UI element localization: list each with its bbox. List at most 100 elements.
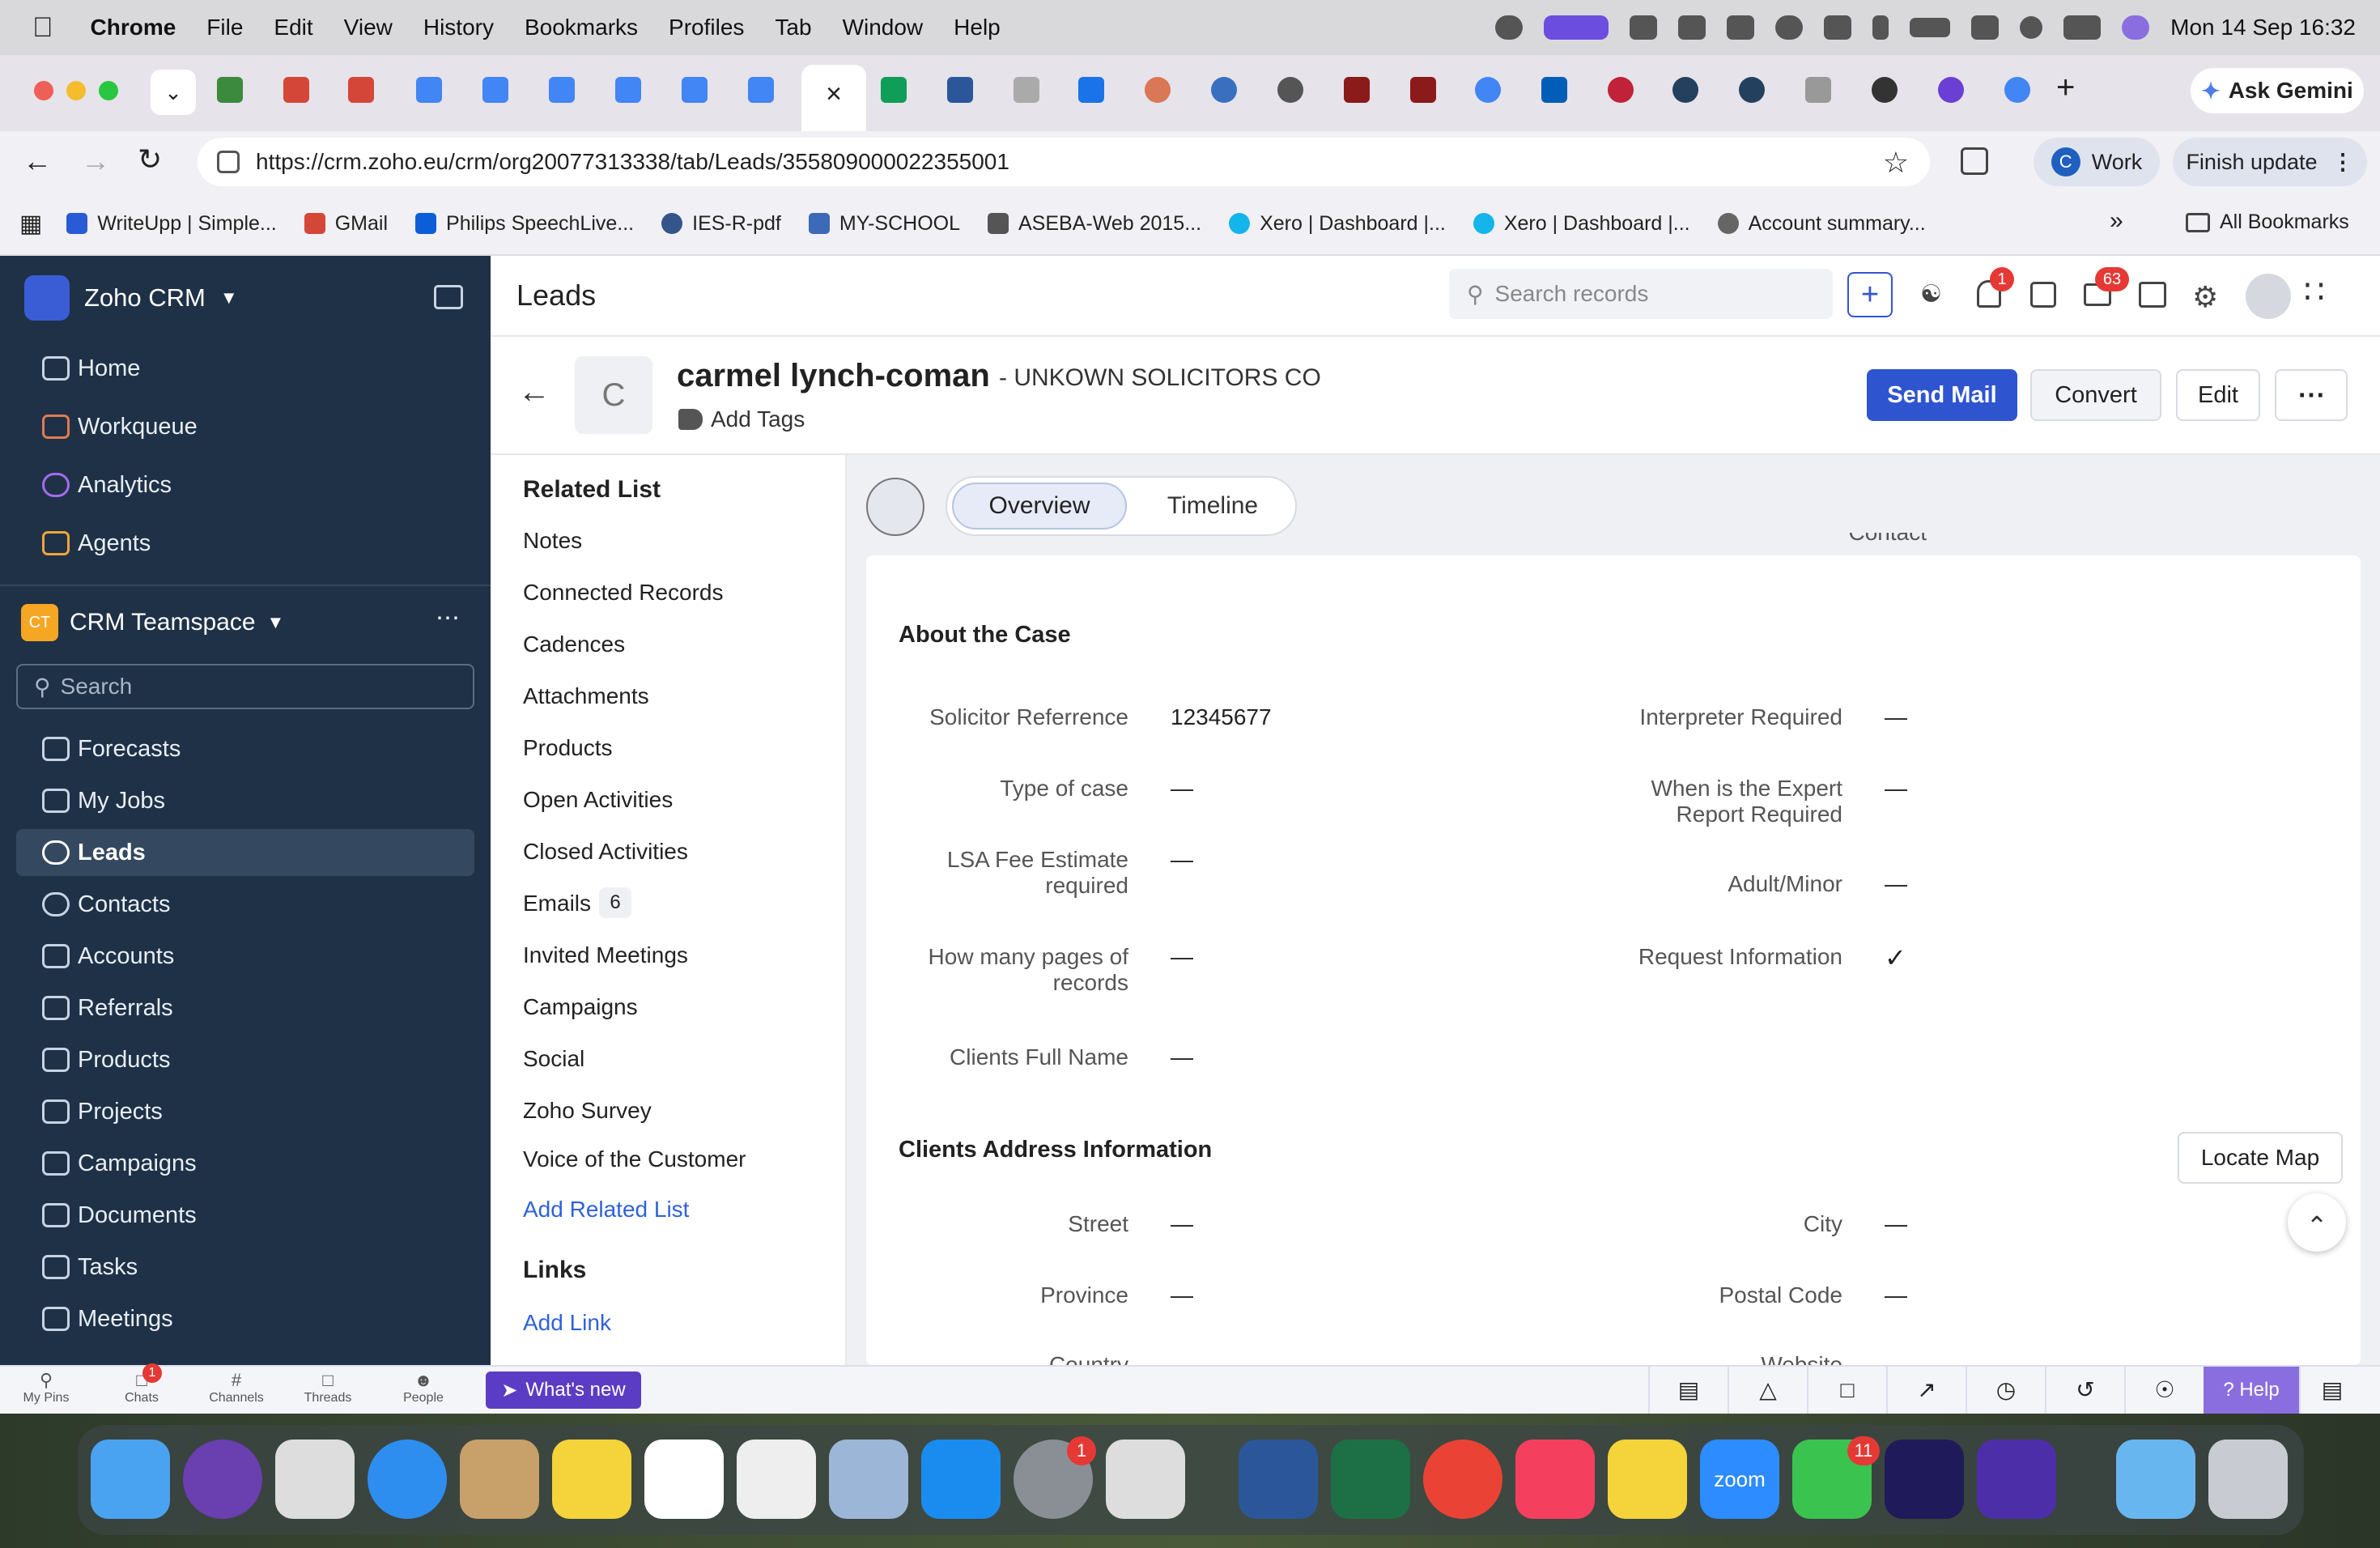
bookmark-account-summary[interactable]: Account summary...	[1717, 212, 1926, 236]
safari-icon[interactable]	[368, 1440, 447, 1519]
nav-workqueue[interactable]: Workqueue	[16, 403, 474, 450]
back-icon[interactable]: ←	[23, 144, 52, 178]
bookmark-xero[interactable]: Xero | Dashboard |...	[1229, 212, 1446, 236]
related-item-attachments[interactable]: Attachments	[523, 683, 649, 709]
bookmark-philips[interactable]: Philips SpeechLive...	[415, 212, 634, 236]
active-tab[interactable]: ×	[801, 65, 866, 131]
dropbox-icon[interactable]	[1678, 15, 1706, 40]
locate-map-button[interactable]: Locate Map	[2178, 1132, 2343, 1184]
url-bar[interactable]: https://crm.zoho.eu/crm/org20077313338/t…	[198, 138, 1930, 186]
related-item-invited-meetings[interactable]: Invited Meetings	[523, 942, 688, 968]
maximize-window-button[interactable]	[99, 81, 118, 100]
siri-icon[interactable]	[2122, 15, 2150, 40]
nav-forecasts[interactable]: Forecasts	[16, 725, 474, 772]
nav-meetings[interactable]: Meetings	[16, 1295, 474, 1342]
field-value[interactable]: —	[1885, 1282, 1907, 1308]
field-value[interactable]: 12345677	[1171, 704, 1272, 730]
edit-button[interactable]: Edit	[2176, 369, 2260, 421]
shortcuts-icon[interactable]	[1608, 1440, 1687, 1519]
apps-grid-icon[interactable]: ∷	[2304, 274, 2324, 311]
related-item-notes[interactable]: Notes	[523, 528, 582, 554]
nav-leads[interactable]: Leads	[16, 829, 474, 876]
spotlight-icon[interactable]	[2020, 16, 2043, 39]
preview-icon[interactable]	[829, 1440, 908, 1519]
related-item-emails[interactable]: Emails	[523, 891, 591, 916]
site-info-icon[interactable]	[217, 151, 240, 173]
related-item-voice-of-customer[interactable]: Voice of the Customer	[523, 1146, 746, 1172]
bookmark-xero[interactable]: Xero | Dashboard |...	[1473, 212, 1690, 236]
bookmark-my-school[interactable]: MY-SCHOOL	[808, 212, 960, 236]
close-window-button[interactable]	[34, 81, 53, 100]
bottom-channels[interactable]: # Channels	[204, 1370, 269, 1406]
launchpad-icon[interactable]	[275, 1440, 355, 1519]
field-value[interactable]: —	[1171, 1282, 1193, 1308]
accessibility-icon[interactable]: ☉	[2124, 1367, 2204, 1414]
add-link[interactable]: Add Link	[523, 1310, 611, 1336]
send-mail-button[interactable]: Send Mail	[1867, 369, 2017, 421]
tab-search-icon[interactable]: ⌄	[151, 70, 196, 115]
apps-grid-icon[interactable]: ▦	[19, 210, 42, 238]
add-related-list-link[interactable]: Add Related List	[523, 1197, 689, 1223]
new-tab-button[interactable]: +	[2056, 70, 2075, 106]
unicorn-app-icon[interactable]	[1885, 1440, 1964, 1519]
related-item-open-activities[interactable]: Open Activities	[523, 787, 673, 813]
bookmark-ies-r[interactable]: IES-R-pdf	[661, 212, 781, 236]
word-icon[interactable]	[1239, 1440, 1318, 1519]
finish-update-button[interactable]: Finish update ⋮	[2173, 138, 2367, 186]
n-tab-icon[interactable]	[1672, 77, 1698, 103]
alarm-icon[interactable]: ◷	[1966, 1367, 2045, 1414]
google-tab-icon[interactable]	[2004, 77, 2030, 103]
freeform-icon[interactable]	[644, 1440, 724, 1519]
word-tab-icon[interactable]	[947, 77, 973, 103]
iphone-mirroring-icon[interactable]	[1106, 1440, 1185, 1519]
menu-history[interactable]: History	[423, 15, 494, 40]
field-value[interactable]: —	[1885, 704, 1907, 730]
docs-tab-icon[interactable]	[416, 77, 442, 103]
cloud-tab-icon[interactable]	[1014, 77, 1039, 103]
nhs-tab-icon[interactable]	[1541, 77, 1567, 103]
brand[interactable]: Zoho CRM ▼	[24, 275, 238, 321]
more-actions-button[interactable]: ⋯	[2275, 369, 2348, 421]
related-item-connected-records[interactable]: Connected Records	[523, 580, 723, 606]
related-item-zoho-survey[interactable]: Zoho Survey	[523, 1098, 652, 1124]
menu-profiles[interactable]: Profiles	[669, 15, 744, 40]
menu-view[interactable]: View	[344, 15, 393, 40]
nav-campaigns[interactable]: Campaigns	[16, 1140, 474, 1187]
bookmarks-overflow-icon[interactable]: »	[2110, 207, 2123, 235]
gmail-tab-icon[interactable]	[348, 77, 374, 103]
keyboard-icon[interactable]	[1630, 15, 1658, 40]
scales-tab-icon[interactable]	[1805, 77, 1831, 103]
field-value[interactable]: —	[1885, 1211, 1907, 1237]
bookmark-gmail[interactable]: GMail	[304, 212, 388, 236]
globe-tab-icon[interactable]	[1211, 77, 1237, 103]
battery-icon[interactable]	[1910, 18, 1951, 37]
gear-icon[interactable]: ⚙	[2192, 280, 2218, 314]
teamspace-more-icon[interactable]: ⋯	[436, 604, 460, 632]
search-records-input[interactable]: ⚲ Search records	[1449, 269, 1833, 319]
nav-referrals[interactable]: Referrals	[16, 985, 474, 1031]
scroll-to-top-button[interactable]: ⌃	[2288, 1193, 2346, 1252]
control-center-icon[interactable]	[2063, 15, 2102, 40]
field-value[interactable]: —	[1171, 847, 1193, 873]
layout-icon[interactable]: ▤	[2299, 1367, 2364, 1414]
wifi-icon[interactable]	[1971, 15, 2000, 40]
nav-home[interactable]: Home	[16, 345, 474, 392]
menubar-clock[interactable]: Mon 14 Sep 16:32	[2170, 15, 2356, 40]
trash-icon[interactable]	[2208, 1440, 2288, 1519]
related-item-cadences[interactable]: Cadences	[523, 632, 625, 657]
zoom-status-icon[interactable]	[1495, 15, 1524, 40]
avatar[interactable]	[2246, 274, 2291, 319]
nav-documents[interactable]: Documents	[16, 1192, 474, 1239]
nav-agents[interactable]: Agents	[16, 520, 474, 567]
related-item-social[interactable]: Social	[523, 1046, 584, 1072]
marketplace-icon[interactable]	[2139, 282, 2166, 308]
menu-bookmarks[interactable]: Bookmarks	[525, 15, 638, 40]
close-tab-icon[interactable]: ×	[826, 79, 842, 109]
bottom-my-pins[interactable]: ⚲ My Pins	[18, 1370, 74, 1406]
nav-analytics[interactable]: Analytics	[16, 461, 474, 508]
docs-tab-icon[interactable]	[482, 77, 508, 103]
field-value[interactable]: —	[1171, 776, 1193, 802]
ts-tab-icon[interactable]	[1410, 77, 1436, 103]
grammarly-tab-icon[interactable]	[1938, 77, 1964, 103]
nav-projects[interactable]: Projects	[16, 1088, 474, 1135]
